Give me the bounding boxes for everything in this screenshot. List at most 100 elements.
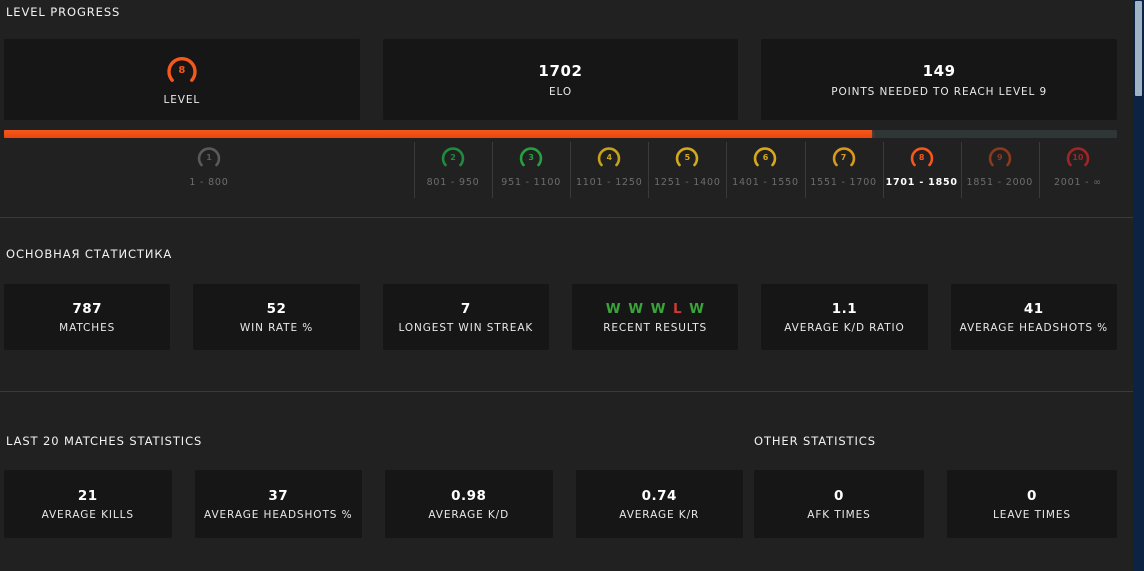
elo-card: 1702 ELO <box>382 39 739 120</box>
main-stat-card: 787 MATCHES <box>4 284 171 350</box>
level-badge-icon-2: 2 <box>440 145 466 171</box>
level-progress-bar <box>4 130 1117 138</box>
main-stat-value: 52 <box>266 300 287 317</box>
level-badge-icon: 8 <box>165 54 199 88</box>
level-badge-icon-9: 9 <box>987 145 1013 171</box>
level-range-label: 951 - 1100 <box>501 177 562 188</box>
last20-stat-label: AVERAGE KILLS <box>41 508 134 521</box>
last20-stat-label: AVERAGE K/R <box>619 508 700 521</box>
divider <box>0 391 1133 392</box>
level-badge-icon-7: 7 <box>831 145 857 171</box>
level-scale-item-9[interactable]: 9 1851 - 2000 <box>960 140 1039 203</box>
level-scale-item-3[interactable]: 3 951 - 1100 <box>492 140 570 203</box>
page-scrollbar-thumb[interactable] <box>1135 1 1142 96</box>
level-progress-cards: 8 LEVEL 1702 ELO 149 POINTS NEEDED TO RE… <box>4 39 1118 120</box>
main-stat-value: 1.1 <box>831 300 858 317</box>
main-stat-label: WIN RATE % <box>239 321 314 334</box>
level-badge-icon-6: 6 <box>752 145 778 171</box>
level-badge-number-4: 4 <box>606 153 613 162</box>
level-badge-number-6: 6 <box>762 153 769 162</box>
level-card-label: LEVEL <box>163 93 201 106</box>
other-stat-label: LEAVE TIMES <box>993 508 1071 521</box>
main-stat-value: 787 <box>72 300 102 317</box>
level-scale-item-6[interactable]: 6 1401 - 1550 <box>726 140 804 203</box>
level-scale-item-5[interactable]: 5 1251 - 1400 <box>648 140 726 203</box>
level-scale-item-4[interactable]: 4 1101 - 1250 <box>570 140 648 203</box>
level-scale: 1 1 - 800 2 801 - 950 3 951 - 1100 4 1101 - 125… <box>4 140 1117 203</box>
level-range-label: 1551 - 1700 <box>810 177 877 188</box>
main-stat-label: LONGEST WIN STREAK <box>398 321 534 334</box>
last-20-matches-cards: 21 AVERAGE KILLS 37 AVERAGE HEADSHOTS % 0.98… <box>4 470 743 538</box>
page-scrollbar[interactable] <box>1133 0 1144 571</box>
main-stat-label: AVERAGE K/D RATIO <box>784 321 905 334</box>
level-card: 8 LEVEL <box>4 39 360 120</box>
level-range-label: 1101 - 1250 <box>575 177 643 188</box>
points-needed-value: 149 <box>922 61 956 80</box>
last20-stat-card: 21 AVERAGE KILLS <box>4 470 172 538</box>
level-range-label: 1251 - 1400 <box>654 177 721 188</box>
recent-result-win: W <box>605 300 622 317</box>
level-badge-number-9: 9 <box>997 153 1003 162</box>
level-progress-section-title: LEVEL PROGRESS <box>6 5 121 19</box>
other-statistics-section-title: OTHER STATISTICS <box>754 434 876 448</box>
level-badge-number-10: 10 <box>1072 153 1084 162</box>
level-badge-number: 8 <box>178 64 186 76</box>
last20-stat-value: 0.98 <box>451 487 487 504</box>
recent-result-win: W <box>689 300 705 317</box>
level-range-label: 2001 - ∞ <box>1053 177 1102 188</box>
level-badge-number-1: 1 <box>206 153 212 162</box>
level-scale-item-2[interactable]: 2 801 - 950 <box>414 140 492 203</box>
level-badge-number-5: 5 <box>684 153 691 162</box>
level-scale-item-8[interactable]: 8 1701 - 1850 <box>882 140 961 203</box>
main-stat-card: 1.1 AVERAGE K/D RATIO <box>761 284 928 350</box>
main-stat-card: W W W L W RECENT RESULTS <box>571 284 739 350</box>
last20-stat-value: 21 <box>77 487 98 504</box>
recent-result-win: W <box>650 300 666 317</box>
level-range-label: 1 - 800 <box>189 177 229 188</box>
stats-page: LEVEL PROGRESS 8 LEVEL 1702 ELO 149 POIN… <box>0 0 1133 571</box>
main-stat-card: 41 AVERAGE HEADSHOTS % <box>950 284 1117 350</box>
level-badge-icon-1: 1 <box>196 145 222 171</box>
level-range-label: 1701 - 1850 <box>885 177 958 188</box>
last20-stat-card: 37 AVERAGE HEADSHOTS % <box>194 470 362 538</box>
main-stat-value: 7 <box>460 300 471 317</box>
main-stat-label: AVERAGE HEADSHOTS % <box>959 321 1109 334</box>
main-stat-label: MATCHES <box>59 321 116 334</box>
level-scale-item-7[interactable]: 7 1551 - 1700 <box>804 140 883 203</box>
recent-result-win: W <box>628 300 644 317</box>
main-stat-card: 7 LONGEST WIN STREAK <box>382 284 549 350</box>
last20-stat-card: 0.74 AVERAGE K/R <box>575 470 743 538</box>
level-range-label: 1851 - 2000 <box>966 177 1034 188</box>
level-badge-icon-10: 10 <box>1065 145 1091 171</box>
level-badge-number-3: 3 <box>528 153 534 162</box>
points-needed-label: POINTS NEEDED TO REACH LEVEL 9 <box>831 85 1048 98</box>
other-stat-value: 0 <box>1027 487 1037 504</box>
elo-label: ELO <box>548 85 573 98</box>
level-badge-number-8: 8 <box>918 153 925 162</box>
main-stat-card: 52 WIN RATE % <box>193 284 360 350</box>
level-badge-icon-5: 5 <box>674 145 700 171</box>
level-badge-number-2: 2 <box>450 153 456 162</box>
recent-result-loss: L <box>673 300 683 317</box>
main-statistics-section-title: ОСНОВНАЯ СТАТИСТИКА <box>6 247 173 261</box>
other-stat-value: 0 <box>834 487 844 504</box>
level-range-label: 801 - 950 <box>426 177 480 188</box>
last20-stat-value: 37 <box>268 487 289 504</box>
level-badge-number-7: 7 <box>840 153 847 162</box>
last-20-matches-section-title: LAST 20 MATCHES STATISTICS <box>6 434 203 448</box>
level-badge-icon-3: 3 <box>518 145 544 171</box>
main-stat-value: 41 <box>1023 300 1044 317</box>
last20-stat-card: 0.98 AVERAGE K/D <box>385 470 553 538</box>
level-scale-item-1[interactable]: 1 1 - 800 <box>4 140 414 203</box>
level-range-label: 1401 - 1550 <box>732 177 799 188</box>
other-stat-card: 0 LEAVE TIMES <box>947 470 1117 538</box>
last20-stat-label: AVERAGE HEADSHOTS % <box>204 508 353 521</box>
points-needed-card: 149 POINTS NEEDED TO REACH LEVEL 9 <box>761 39 1118 120</box>
recent-results-list: WWWLW <box>606 301 705 317</box>
elo-value: 1702 <box>538 61 583 80</box>
level-scale-item-10[interactable]: 10 2001 - ∞ <box>1038 140 1117 203</box>
level-progress-bar-fill <box>4 130 873 138</box>
other-stat-label: AFK TIMES <box>807 508 871 521</box>
level-badge-icon-4: 4 <box>596 145 622 171</box>
other-statistics-cards: 0 AFK TIMES 0 LEAVE TIMES <box>754 470 1117 538</box>
